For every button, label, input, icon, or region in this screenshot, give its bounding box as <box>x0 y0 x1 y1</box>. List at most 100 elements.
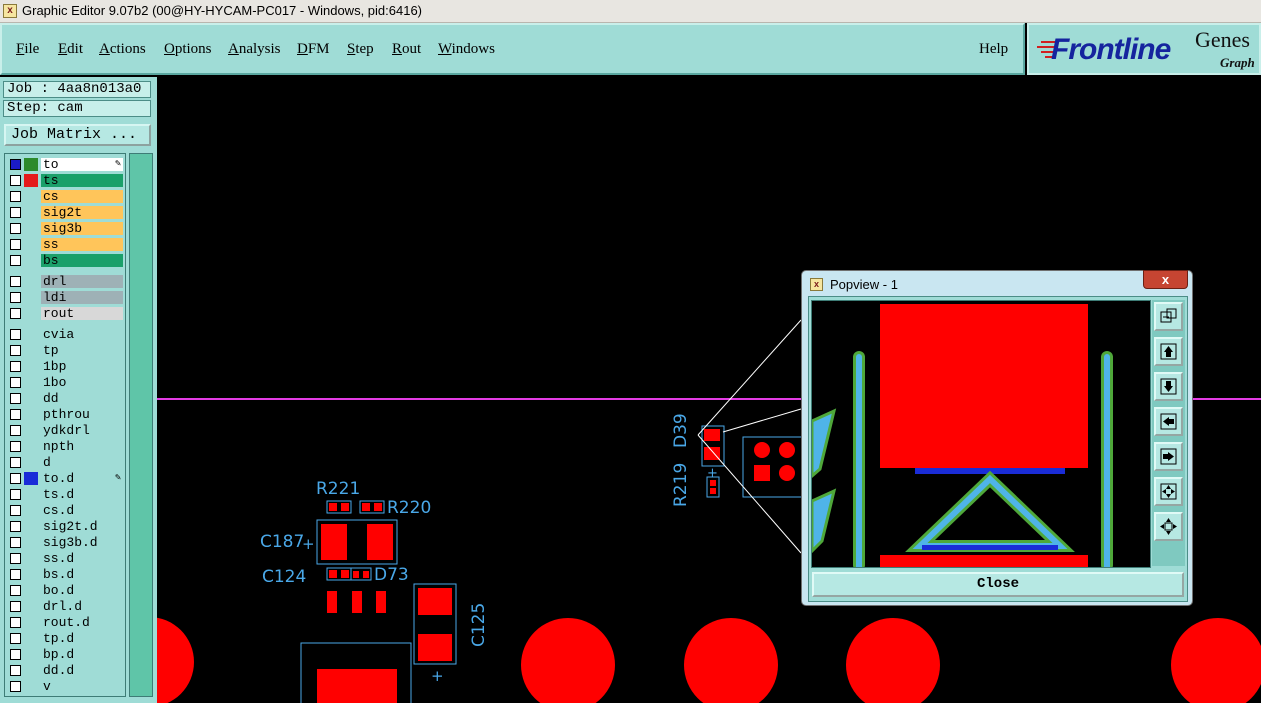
layer-row[interactable]: npth <box>7 439 125 454</box>
layer-name[interactable]: v <box>41 680 123 693</box>
menu-options[interactable]: Options <box>164 41 212 58</box>
layer-name[interactable]: tp <box>41 344 123 357</box>
menu-windows[interactable]: Windows <box>438 41 495 58</box>
layer-name[interactable]: sig3b <box>41 222 123 235</box>
layer-checkbox[interactable] <box>10 276 21 287</box>
pan-left-icon[interactable] <box>1154 407 1183 436</box>
layer-row[interactable]: 1bo <box>7 375 125 390</box>
pan-right-icon[interactable] <box>1154 442 1183 471</box>
job-matrix-button[interactable]: Job Matrix ... <box>4 124 151 146</box>
layer-color-swatch[interactable] <box>24 472 38 485</box>
layer-name[interactable]: npth <box>41 440 123 453</box>
layer-checkbox[interactable] <box>10 617 21 628</box>
layer-row[interactable]: cs.d <box>7 503 125 518</box>
layer-name[interactable]: to.d ✎ <box>41 472 123 485</box>
layer-row[interactable]: ts <box>7 173 125 188</box>
layer-checkbox[interactable] <box>10 361 21 372</box>
layer-row[interactable]: 1bp <box>7 359 125 374</box>
layer-row[interactable]: tp <box>7 343 125 358</box>
layer-row[interactable]: to.d ✎ <box>7 471 125 486</box>
menu-dfm[interactable]: DFM <box>297 41 330 58</box>
layer-name[interactable]: ts <box>41 174 123 187</box>
layer-checkbox[interactable] <box>10 441 21 452</box>
layer-name[interactable]: bs <box>41 254 123 267</box>
layer-checkbox[interactable] <box>10 633 21 644</box>
layer-row[interactable]: to ✎ <box>7 157 125 172</box>
zoom-fit-icon[interactable] <box>1154 302 1183 331</box>
layer-name[interactable]: 1bp <box>41 360 123 373</box>
layer-name[interactable]: drl <box>41 275 123 288</box>
layer-row[interactable]: pthrou <box>7 407 125 422</box>
layer-name[interactable]: bo.d <box>41 584 123 597</box>
layer-checkbox[interactable] <box>10 159 21 170</box>
layer-name[interactable]: ss.d <box>41 552 123 565</box>
layer-color-swatch[interactable] <box>24 174 38 187</box>
layer-row[interactable]: ts.d <box>7 487 125 502</box>
layer-row[interactable]: ydkdrl <box>7 423 125 438</box>
layer-row[interactable]: bs <box>7 253 125 268</box>
layer-checkbox[interactable] <box>10 191 21 202</box>
layer-checkbox[interactable] <box>10 601 21 612</box>
layer-checkbox[interactable] <box>10 681 21 692</box>
menu-analysis[interactable]: Analysis <box>228 41 281 58</box>
layer-row[interactable]: ss.d <box>7 551 125 566</box>
layer-checkbox[interactable] <box>10 393 21 404</box>
layer-name[interactable]: dd.d <box>41 664 123 677</box>
layer-row[interactable]: rout <box>7 306 125 321</box>
layer-checkbox[interactable] <box>10 255 21 266</box>
layer-row[interactable]: cvia <box>7 327 125 342</box>
layer-name[interactable]: bs.d <box>41 568 123 581</box>
popview-close-button[interactable]: Close <box>812 572 1184 597</box>
layer-checkbox[interactable] <box>10 292 21 303</box>
layer-checkbox[interactable] <box>10 329 21 340</box>
menu-step[interactable]: Step <box>347 41 374 58</box>
layer-name[interactable]: sig2t <box>41 206 123 219</box>
layer-checkbox[interactable] <box>10 223 21 234</box>
layer-name[interactable]: ts.d <box>41 488 123 501</box>
popview-close-x-button[interactable]: x <box>1143 270 1188 289</box>
app-icon[interactable]: x <box>3 4 17 18</box>
layer-name[interactable]: tp.d <box>41 632 123 645</box>
layer-name[interactable]: cs.d <box>41 504 123 517</box>
layer-name[interactable]: to ✎ <box>41 158 123 171</box>
layer-checkbox[interactable] <box>10 569 21 580</box>
layer-checkbox[interactable] <box>10 649 21 660</box>
layer-row[interactable]: sig2t <box>7 205 125 220</box>
layer-name[interactable]: cs <box>41 190 123 203</box>
layer-name[interactable]: drl.d <box>41 600 123 613</box>
layer-checkbox[interactable] <box>10 207 21 218</box>
layer-checkbox[interactable] <box>10 537 21 548</box>
layer-row[interactable]: sig3b.d <box>7 535 125 550</box>
layer-row[interactable]: drl.d <box>7 599 125 614</box>
layer-name[interactable]: ydkdrl <box>41 424 123 437</box>
layer-checkbox[interactable] <box>10 585 21 596</box>
layer-name[interactable]: sig3b.d <box>41 536 123 549</box>
pan-down-icon[interactable] <box>1154 372 1183 401</box>
layer-row[interactable]: dd <box>7 391 125 406</box>
layer-checkbox[interactable] <box>10 489 21 500</box>
zoom-out-icon[interactable] <box>1154 477 1183 506</box>
layer-checkbox[interactable] <box>10 409 21 420</box>
layer-name[interactable]: cvia <box>41 328 123 341</box>
layer-name[interactable]: sig2t.d <box>41 520 123 533</box>
layer-checkbox[interactable] <box>10 239 21 250</box>
layer-name[interactable]: ldi <box>41 291 123 304</box>
layer-row[interactable]: bp.d <box>7 647 125 662</box>
menu-actions[interactable]: Actions <box>99 41 146 58</box>
pan-up-icon[interactable] <box>1154 337 1183 366</box>
layer-row[interactable]: sig3b <box>7 221 125 236</box>
layer-row[interactable]: ss <box>7 237 125 252</box>
layer-name[interactable]: ss <box>41 238 123 251</box>
layer-checkbox[interactable] <box>10 553 21 564</box>
layer-row[interactable]: bo.d <box>7 583 125 598</box>
menu-help[interactable]: Help <box>979 41 1008 58</box>
popview-canvas[interactable] <box>811 300 1151 568</box>
layer-checkbox[interactable] <box>10 665 21 676</box>
layer-name[interactable]: rout.d <box>41 616 123 629</box>
layer-checkbox[interactable] <box>10 505 21 516</box>
layer-name[interactable]: bp.d <box>41 648 123 661</box>
layer-row[interactable]: tp.d <box>7 631 125 646</box>
layer-name[interactable]: pthrou <box>41 408 123 421</box>
layer-name[interactable]: d <box>41 456 123 469</box>
layer-checkbox[interactable] <box>10 425 21 436</box>
